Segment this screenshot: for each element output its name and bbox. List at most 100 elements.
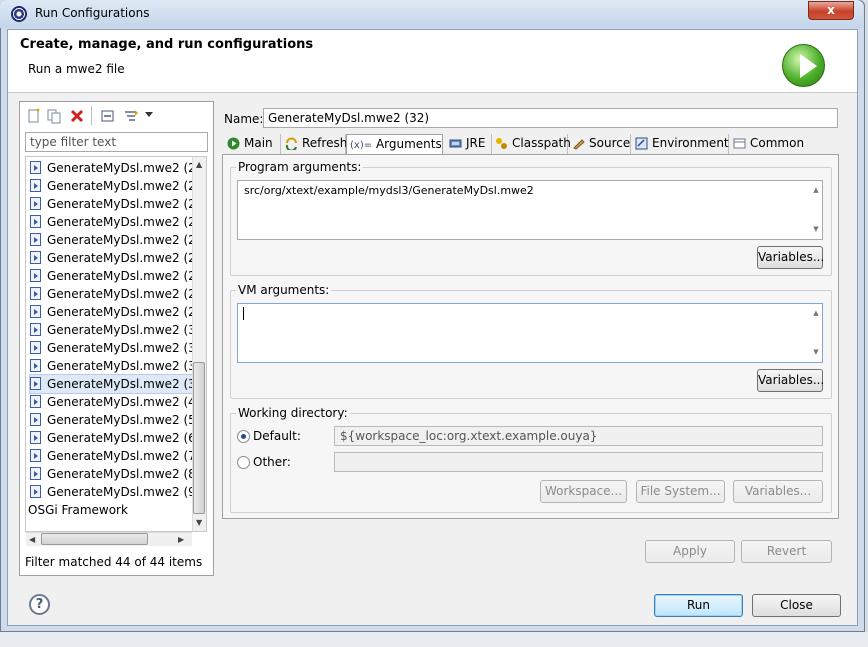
tree-item-label: GenerateMyDsl.mwe2 (21) — [47, 161, 207, 175]
eclipse-app-icon — [11, 6, 27, 22]
vm-arguments-textarea[interactable] — [237, 303, 823, 363]
window-close-button[interactable]: x — [808, 1, 854, 20]
tree-item[interactable]: GenerateMyDsl.mwe2 (9) — [30, 483, 200, 501]
mwe2-launch-icon — [30, 413, 41, 426]
tree-item-label: GenerateMyDsl.mwe2 (7) — [47, 449, 201, 463]
new-config-icon[interactable] — [26, 108, 42, 124]
tree-item[interactable]: GenerateMyDsl.mwe2 (29) — [30, 303, 206, 321]
program-arguments-textarea[interactable]: src/org/xtext/example/mydsl3/GenerateMyD… — [237, 180, 823, 240]
tree-item[interactable]: GenerateMyDsl.mwe2 (27) — [30, 267, 206, 285]
tree-item[interactable]: GenerateMyDsl.mwe2 (6) — [30, 429, 200, 447]
mwe2-launch-icon — [30, 269, 41, 282]
dialog-header-title: Create, manage, and run configurations — [20, 37, 314, 52]
textarea-scroll-up-icon[interactable]: ▲ — [810, 309, 822, 317]
config-name-input[interactable] — [263, 108, 838, 128]
tree-item-label: GenerateMyDsl.mwe2 (3) — [47, 323, 201, 337]
vm-arguments-label: VM arguments: — [236, 283, 332, 297]
tree-item[interactable]: GenerateMyDsl.mwe2 (4) — [30, 393, 200, 411]
mwe2-launch-icon — [30, 251, 41, 264]
tree-item[interactable]: GenerateMyDsl.mwe2 (7) — [30, 447, 200, 465]
default-radio[interactable] — [237, 430, 250, 443]
revert-button[interactable]: Revert — [741, 540, 832, 563]
default-directory-field: ${workspace_loc:org.xtext.example.ouya} — [334, 426, 823, 446]
scroll-right-arrow-icon[interactable]: ▶ — [178, 535, 184, 544]
tab-arguments[interactable]: (x)= Arguments — [346, 134, 443, 155]
tree-vertical-scroll-thumb[interactable] — [193, 362, 205, 514]
scroll-down-arrow-icon[interactable]: ▼ — [196, 518, 202, 527]
tree-item[interactable]: GenerateMyDsl.mwe2 (5) — [30, 411, 200, 429]
mwe2-launch-icon — [30, 161, 41, 174]
mwe2-launch-icon — [30, 215, 41, 228]
jre-tab-icon — [449, 139, 462, 148]
tree-item[interactable]: GenerateMyDsl.mwe2 (23) — [30, 195, 206, 213]
mwe2-launch-icon — [30, 179, 41, 192]
collapse-all-icon[interactable] — [100, 108, 116, 124]
textarea-scroll-down-icon[interactable]: ▼ — [810, 348, 822, 356]
tree-item[interactable]: GenerateMyDsl.mwe2 (31) — [30, 357, 206, 375]
environment-tab-icon — [635, 137, 648, 150]
other-directory-field — [334, 452, 823, 472]
tree-item[interactable]: GenerateMyDsl.mwe2 (25) — [30, 231, 206, 249]
filter-input[interactable] — [25, 132, 208, 152]
tab-main[interactable]: Main — [224, 134, 281, 154]
mwe2-launch-icon — [30, 359, 41, 372]
tree-item[interactable]: GenerateMyDsl.mwe2 (21) — [30, 159, 206, 177]
help-icon[interactable]: ? — [29, 594, 50, 615]
dropdown-arrow-icon[interactable] — [145, 112, 153, 118]
mwe2-launch-icon — [30, 431, 41, 444]
default-radio-label: Default: — [253, 429, 301, 443]
config-tree[interactable]: GenerateMyDsl.mwe2 (21) GenerateMyDsl.mwe… — [25, 156, 207, 532]
tab-jre[interactable]: JRE — [446, 134, 492, 154]
filter-icon[interactable] — [123, 108, 139, 124]
tree-item[interactable]: GenerateMyDsl.mwe2 (8) — [30, 465, 200, 483]
config-tab-bar: Main Refresh (x)= Arguments JRE Classpat… — [222, 134, 839, 155]
mwe2-launch-icon — [30, 305, 41, 318]
tree-item[interactable]: GenerateMyDsl.mwe2 (26) — [30, 249, 206, 267]
tree-item[interactable]: GenerateMyDsl.mwe2 (3) — [30, 321, 200, 339]
run-button[interactable]: Run — [654, 594, 743, 617]
scroll-up-arrow-icon[interactable]: ▲ — [196, 160, 202, 169]
mwe2-launch-icon — [30, 467, 41, 480]
window-title: Run Configurations — [35, 6, 150, 20]
tree-item-label: GenerateMyDsl.mwe2 (31) — [47, 359, 207, 373]
mwe2-launch-icon — [30, 233, 41, 246]
tree-item-label: GenerateMyDsl.mwe2 (28) — [47, 287, 207, 301]
dialog-header-subtitle: Run a mwe2 file — [28, 62, 125, 76]
textarea-scroll-down-icon[interactable]: ▼ — [810, 225, 822, 233]
working-directory-label: Working directory: — [236, 406, 350, 420]
tree-item[interactable]: GenerateMyDsl.mwe2 (30) — [30, 339, 206, 357]
close-button[interactable]: Close — [752, 594, 841, 617]
mwe2-launch-icon — [30, 485, 41, 498]
scroll-left-arrow-icon[interactable]: ◀ — [29, 535, 35, 544]
tree-group-osgi-framework[interactable]: OSGi Framework — [28, 501, 191, 519]
program-variables-button[interactable]: Variables... — [757, 246, 824, 269]
tab-environment[interactable]: Environment — [632, 134, 729, 154]
tree-item[interactable]: GenerateMyDsl.mwe2 (24) — [30, 213, 206, 231]
tree-item-label: OSGi Framework — [28, 503, 128, 517]
source-tab-icon — [573, 139, 585, 150]
tab-label: Environment — [652, 136, 729, 150]
tree-item-label: GenerateMyDsl.mwe2 (6) — [47, 431, 201, 445]
working-dir-variables-button[interactable]: Variables... — [733, 480, 823, 503]
other-radio[interactable] — [237, 456, 250, 469]
tree-item-label: GenerateMyDsl.mwe2 (26) — [47, 251, 207, 265]
tab-classpath[interactable]: Classpath — [492, 134, 571, 154]
tree-horizontal-scroll-thumb[interactable] — [41, 533, 148, 545]
textarea-scroll-up-icon[interactable]: ▲ — [810, 186, 822, 194]
apply-button[interactable]: Apply — [645, 540, 735, 563]
vm-variables-button[interactable]: Variables... — [757, 369, 824, 392]
delete-config-icon[interactable] — [69, 108, 85, 124]
tab-label: Main — [244, 136, 273, 150]
tree-item[interactable]: GenerateMyDsl.mwe2 (28) — [30, 285, 206, 303]
file-system-button[interactable]: File System... — [636, 480, 725, 503]
tree-item[interactable]: GenerateMyDsl.mwe2 (22) — [30, 177, 206, 195]
tab-source[interactable]: Source — [569, 134, 631, 154]
duplicate-config-icon[interactable] — [46, 108, 62, 124]
refresh-tab-icon — [285, 137, 297, 150]
tab-common[interactable]: Common — [730, 134, 806, 154]
workspace-button[interactable]: Workspace... — [540, 480, 627, 503]
tree-item-label: GenerateMyDsl.mwe2 (8) — [47, 467, 201, 481]
tab-refresh[interactable]: Refresh — [282, 134, 348, 154]
tab-label: Refresh — [302, 136, 348, 150]
tree-item[interactable]: GenerateMyDsl.mwe2 (32) — [29, 374, 206, 394]
